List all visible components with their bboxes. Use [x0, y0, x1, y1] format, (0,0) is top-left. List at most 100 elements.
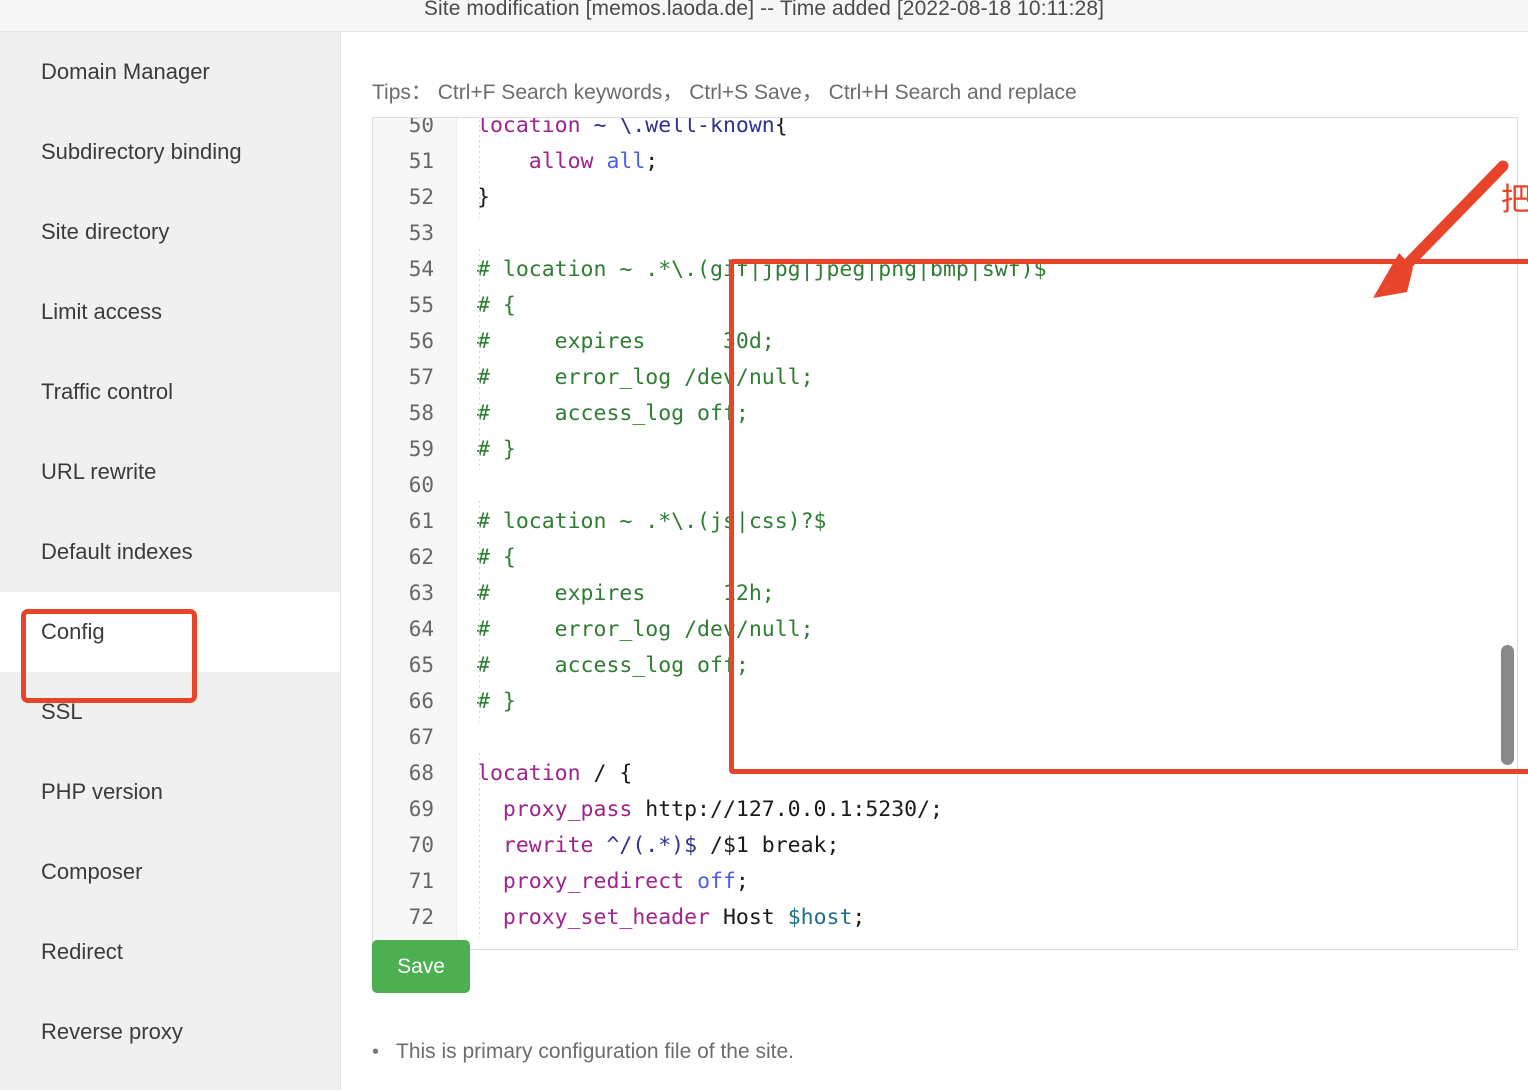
code-token: # expires 12h;	[477, 581, 775, 606]
line-number: 68	[373, 761, 457, 785]
main-panel: Tips： Ctrl+F Search keywords， Ctrl+S Sav…	[341, 32, 1528, 1090]
code-token: }	[477, 185, 490, 210]
line-number: 55	[373, 293, 457, 317]
code-line[interactable]: 61# location ~ .*\.(js|css)?$	[373, 503, 1517, 539]
code-line[interactable]: 50location ~ \.well-known{	[373, 117, 1517, 143]
config-code-editor[interactable]: 50location ~ \.well-known{51 allow all;5…	[372, 117, 1518, 950]
code-line[interactable]: 64# error_log /dev/null;	[373, 611, 1517, 647]
sidebar-item-label: PHP version	[41, 779, 163, 805]
sidebar-item-ssl[interactable]: SSL	[0, 672, 340, 752]
sidebar-item-label: URL rewrite	[41, 459, 156, 485]
sidebar-item-label: Traffic control	[41, 379, 173, 405]
code-token: # error_log /dev/null;	[477, 617, 814, 642]
line-text: # error_log /dev/null;	[457, 365, 1517, 390]
code-line[interactable]: 63 # expires 12h;	[373, 575, 1517, 611]
code-line[interactable]: 57# error_log /dev/null;	[373, 359, 1517, 395]
line-text: allow all;	[457, 149, 1517, 174]
sidebar-item-url-rewrite[interactable]: URL rewrite	[0, 432, 340, 512]
line-number: 58	[373, 401, 457, 425]
sidebar-item-config[interactable]: Config	[0, 592, 340, 672]
sidebar-item-label: Redirect	[41, 939, 123, 965]
sidebar-item-subdirectory-binding[interactable]: Subdirectory binding	[0, 112, 340, 192]
code-token: http://127.0.0.1:5230/;	[645, 797, 943, 822]
sidebar-item-label: Config	[41, 619, 105, 645]
code-token: ;	[736, 869, 749, 894]
code-line[interactable]: 53	[373, 215, 1517, 251]
code-token: / {	[594, 761, 633, 786]
code-token: proxy_pass	[503, 797, 645, 822]
code-token	[477, 869, 503, 894]
code-line[interactable]: 62# {	[373, 539, 1517, 575]
save-button[interactable]: Save	[372, 940, 470, 993]
sidebar-item-label: Site directory	[41, 219, 169, 245]
line-number: 63	[373, 581, 457, 605]
footnote-text: This is primary configuration file of th…	[396, 1038, 794, 1066]
code-token: ;	[645, 149, 658, 174]
editor-tips: Tips： Ctrl+F Search keywords， Ctrl+S Sav…	[372, 76, 1077, 106]
line-number: 52	[373, 185, 457, 209]
code-line[interactable]: 72 proxy_set_header Host $host;	[373, 899, 1517, 935]
code-token: $host	[788, 905, 853, 930]
line-text: location / {	[457, 761, 1517, 786]
annotation-note-text: 把这段注释掉	[1501, 174, 1528, 219]
sidebar-item-site-directory[interactable]: Site directory	[0, 192, 340, 272]
sidebar-item-label: Composer	[41, 859, 142, 885]
code-line[interactable]: 54# location ~ .*\.(gif|jpg|jpeg|png|bmp…	[373, 251, 1517, 287]
line-text: rewrite ^/(.*)$ /$1 break;	[457, 833, 1517, 858]
sidebar-item-label: Reverse proxy	[41, 1019, 183, 1045]
line-number: 72	[373, 905, 457, 929]
line-text: proxy_set_header Host $host;	[457, 905, 1517, 930]
line-text: }	[457, 185, 1517, 210]
code-token: off	[697, 869, 736, 894]
line-number: 50	[373, 117, 457, 137]
line-number: 57	[373, 365, 457, 389]
footnote: • This is primary configuration file of …	[372, 1038, 794, 1066]
code-line[interactable]: 70 rewrite ^/(.*)$ /$1 break;	[373, 827, 1517, 863]
line-text: # access_log off;	[457, 401, 1517, 426]
line-number: 59	[373, 437, 457, 461]
code-token: # }	[477, 689, 516, 714]
sidebar-item-label: Subdirectory binding	[41, 139, 242, 165]
code-line[interactable]: 67	[373, 719, 1517, 755]
code-line[interactable]: 52}	[373, 179, 1517, 215]
sidebar-item-label: Default indexes	[41, 539, 193, 565]
editor-scrollbar-thumb[interactable]	[1501, 645, 1514, 765]
code-token: /$1 break;	[697, 833, 839, 858]
sidebar-item-traffic-control[interactable]: Traffic control	[0, 352, 340, 432]
sidebar-item-reverse-proxy[interactable]: Reverse proxy	[0, 992, 340, 1072]
sidebar-item-default-indexes[interactable]: Default indexes	[0, 512, 340, 592]
code-line[interactable]: 58 # access_log off;	[373, 395, 1517, 431]
line-number: 65	[373, 653, 457, 677]
line-number: 70	[373, 833, 457, 857]
code-token: ^/(.*)$	[606, 833, 697, 858]
code-content[interactable]: 50location ~ \.well-known{51 allow all;5…	[373, 117, 1517, 935]
code-line[interactable]: 51 allow all;	[373, 143, 1517, 179]
line-text: # {	[457, 545, 1517, 570]
code-line[interactable]: 66# }	[373, 683, 1517, 719]
code-line[interactable]: 68location / {	[373, 755, 1517, 791]
sidebar-item-composer[interactable]: Composer	[0, 832, 340, 912]
code-token: rewrite	[503, 833, 607, 858]
app-root: Site modification [memos.laoda.de] -- Ti…	[0, 0, 1528, 1090]
sidebar-item-limit-access[interactable]: Limit access	[0, 272, 340, 352]
code-line[interactable]: 56# expires 30d;	[373, 323, 1517, 359]
line-text: proxy_pass http://127.0.0.1:5230/;	[457, 797, 1517, 822]
line-number: 67	[373, 725, 457, 749]
code-token: # access_log off;	[477, 401, 749, 426]
code-line[interactable]: 60	[373, 467, 1517, 503]
code-line[interactable]: 71 proxy_redirect off;	[373, 863, 1517, 899]
line-number: 56	[373, 329, 457, 353]
code-line[interactable]: 65# access_log off;	[373, 647, 1517, 683]
sidebar-item-domain-manager[interactable]: Domain Manager	[0, 32, 340, 112]
editor-scrollbar[interactable]	[1501, 122, 1514, 947]
line-number: 60	[373, 473, 457, 497]
code-token	[477, 149, 529, 174]
code-token: # {	[477, 545, 516, 570]
sidebar-item-redirect[interactable]: Redirect	[0, 912, 340, 992]
footnote-bullet-icon: •	[372, 1038, 396, 1066]
sidebar-item-php-version[interactable]: PHP version	[0, 752, 340, 832]
code-line[interactable]: 55# {	[373, 287, 1517, 323]
code-token: # }	[477, 437, 516, 462]
code-line[interactable]: 59 # }	[373, 431, 1517, 467]
code-line[interactable]: 69 proxy_pass http://127.0.0.1:5230/;	[373, 791, 1517, 827]
